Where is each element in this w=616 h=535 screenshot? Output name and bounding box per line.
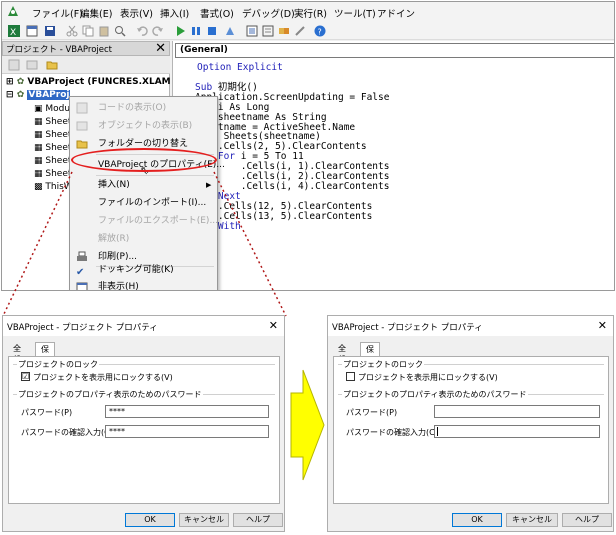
confirm-password-field[interactable] bbox=[434, 425, 600, 438]
password-group-label: プロジェクトのプロパティ表示のためのパスワード bbox=[342, 389, 528, 400]
tab-protection[interactable]: 保護 bbox=[360, 342, 380, 365]
ok-button[interactable]: OK bbox=[452, 513, 502, 527]
lock-group-label: プロジェクトのロック bbox=[342, 359, 424, 370]
password-label: パスワード(P) bbox=[346, 408, 398, 417]
cancel-button[interactable]: キャンセル bbox=[179, 513, 229, 527]
lock-project-checkbox[interactable]: ☑ bbox=[21, 372, 30, 381]
tab-protection[interactable]: 保護 bbox=[35, 342, 55, 365]
password-field[interactable] bbox=[434, 405, 600, 418]
project-properties-dialog-before: VBAProject - プロジェクト プロパティ ✕ 全般 保護 プロジェクト… bbox=[2, 315, 285, 532]
confirm-password-field[interactable]: **** bbox=[105, 425, 269, 438]
tab-general[interactable]: 全般 bbox=[333, 342, 351, 364]
tab-general[interactable]: 全般 bbox=[8, 342, 26, 364]
confirm-password-label: パスワードの確認入力(C) bbox=[21, 428, 113, 437]
lock-project-label: プロジェクトを表示用にロックする(V) bbox=[358, 373, 498, 382]
text-cursor bbox=[437, 427, 438, 436]
lock-project-checkbox[interactable] bbox=[346, 372, 355, 381]
confirm-password-label: パスワードの確認入力(C) bbox=[346, 428, 438, 437]
dialog-title: VBAProject - プロジェクト プロパティ ✕ bbox=[328, 316, 613, 336]
ok-button[interactable]: OK bbox=[125, 513, 175, 527]
protection-tab-page: プロジェクトのロック プロジェクトを表示用にロックする(V) プロジェクトのプロ… bbox=[333, 356, 609, 504]
project-properties-dialog-after: VBAProject - プロジェクト プロパティ ✕ 全般 保護 プロジェクト… bbox=[327, 315, 614, 532]
lock-project-label: プロジェクトを表示用にロックする(V) bbox=[33, 373, 173, 382]
help-button[interactable]: ヘルプ bbox=[233, 513, 283, 527]
help-button[interactable]: ヘルプ bbox=[562, 513, 612, 527]
lock-group-label: プロジェクトのロック bbox=[17, 359, 99, 370]
password-field[interactable]: **** bbox=[105, 405, 269, 418]
protection-tab-page: プロジェクトのロック ☑ プロジェクトを表示用にロックする(V) プロジェクトの… bbox=[8, 356, 280, 504]
password-group-label: プロジェクトのプロパティ表示のためのパスワード bbox=[17, 389, 203, 400]
cancel-button[interactable]: キャンセル bbox=[506, 513, 558, 527]
close-icon[interactable]: ✕ bbox=[269, 319, 278, 332]
close-icon[interactable]: ✕ bbox=[598, 319, 607, 332]
password-label: パスワード(P) bbox=[21, 408, 73, 417]
dialog-title: VBAProject - プロジェクト プロパティ ✕ bbox=[3, 316, 284, 336]
